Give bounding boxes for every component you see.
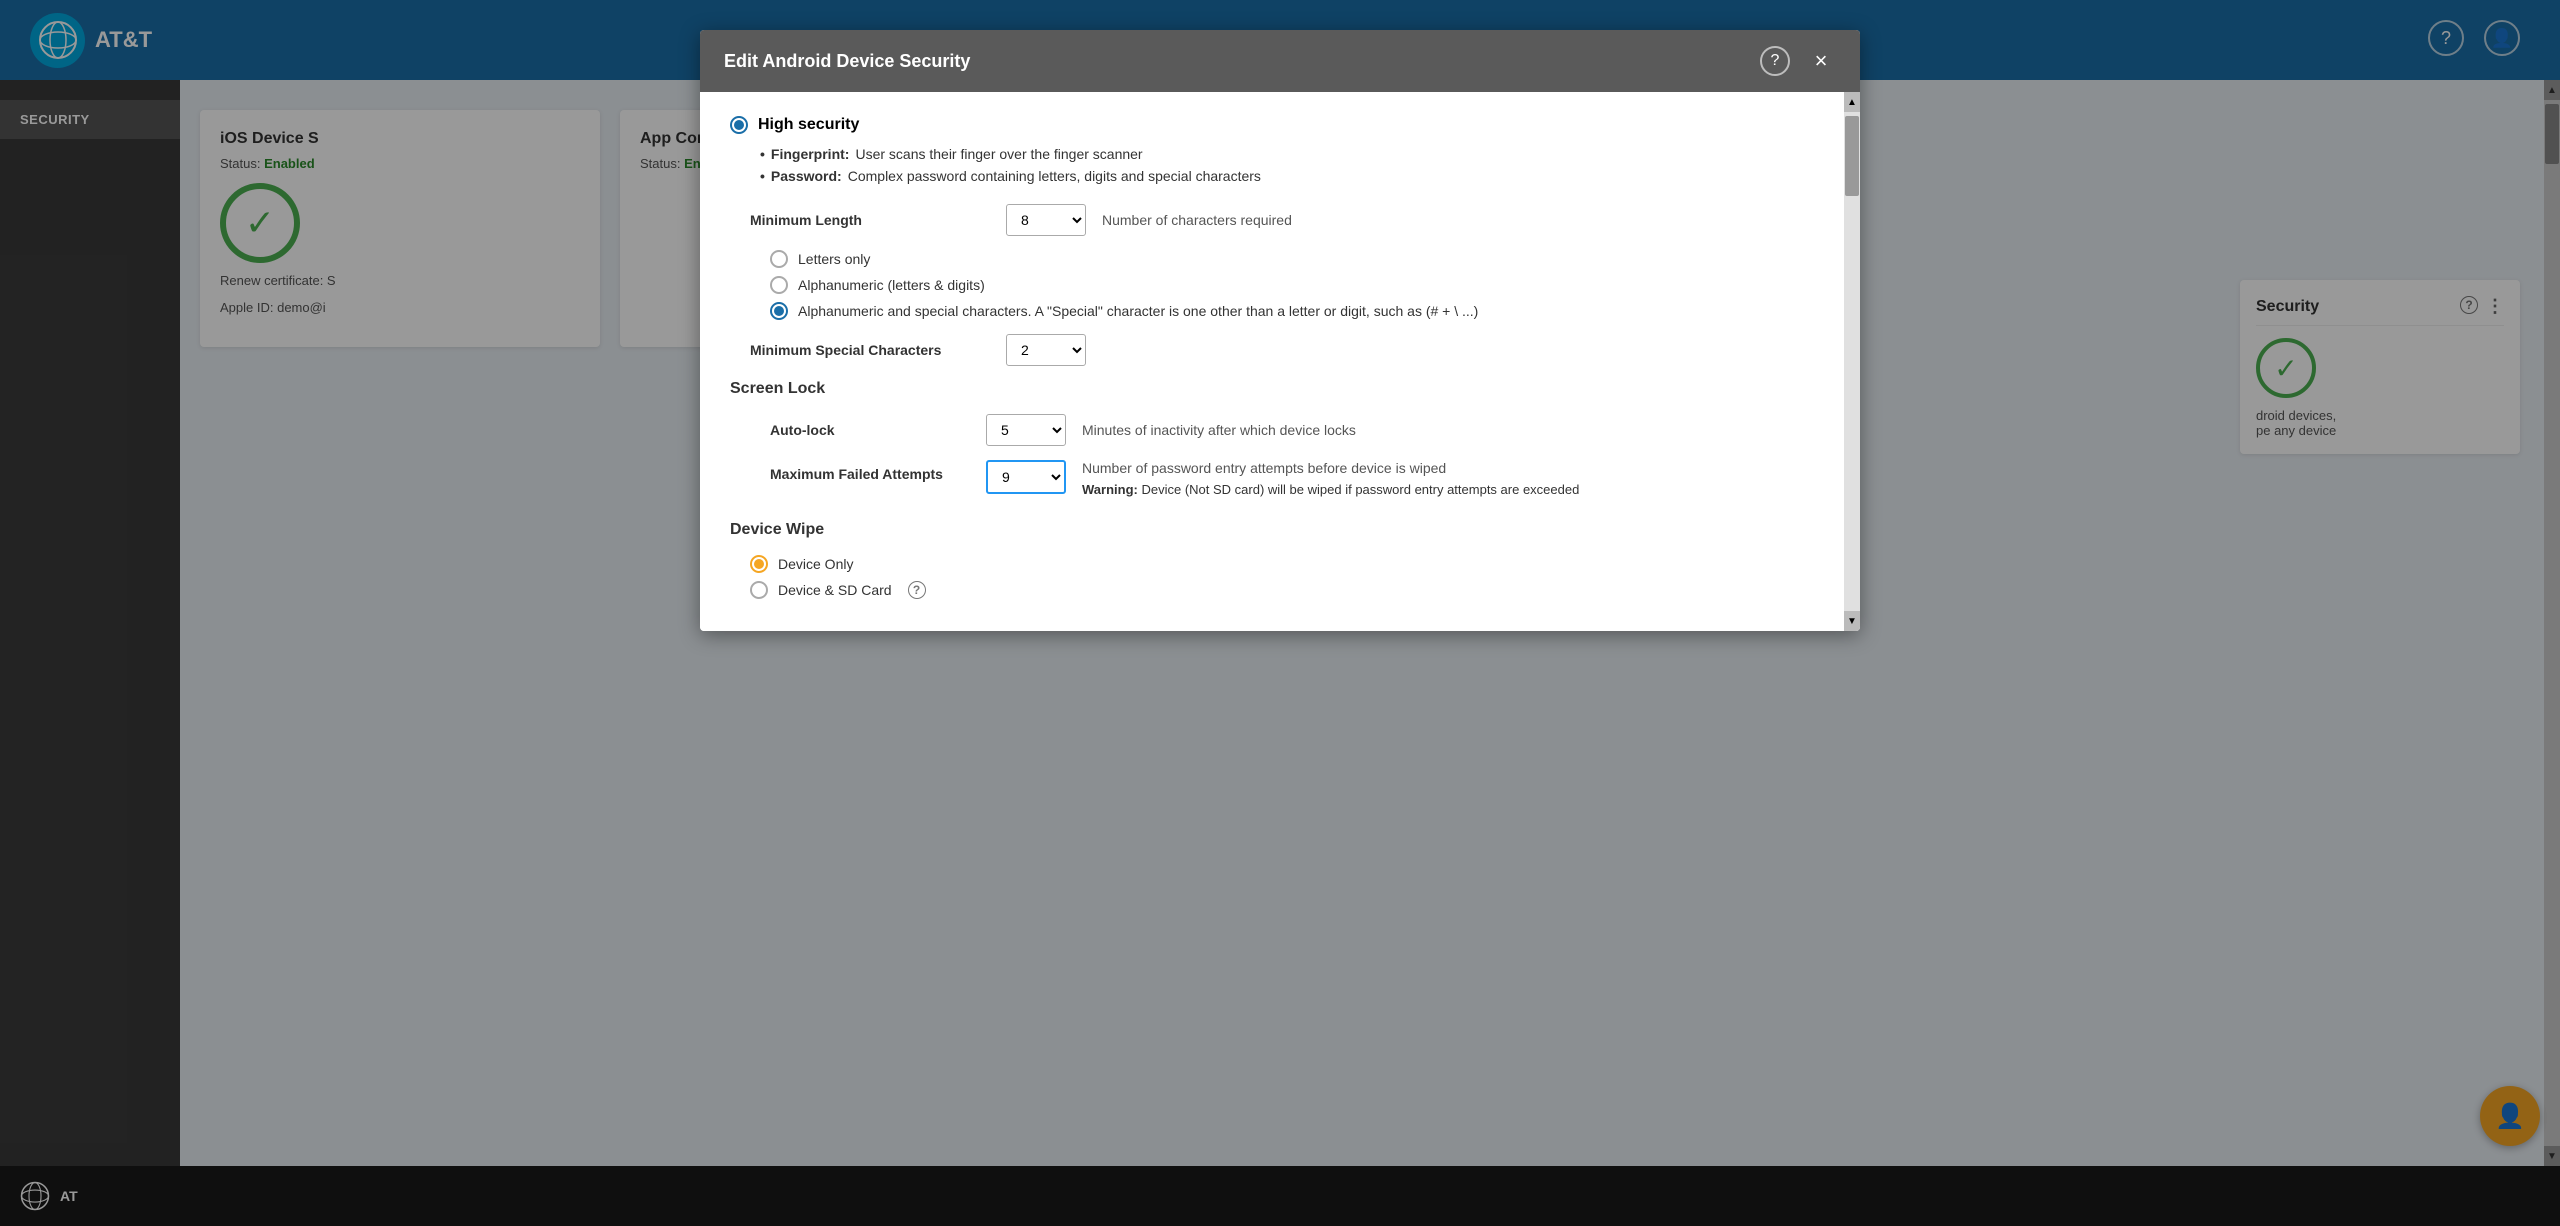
modal-scrollbar[interactable]: ▲ ▼ [1844,92,1860,631]
edit-security-modal: Edit Android Device Security ? × High se… [700,30,1860,631]
password-form-section: Minimum Length 8 4 6 10 Number of charac… [750,204,1830,366]
modal-overlay: Edit Android Device Security ? × High se… [0,0,2560,1226]
fingerprint-text: User scans their finger over the finger … [855,146,1142,162]
warning-text: Device (Not SD card) will be wiped if pa… [1141,482,1579,497]
min-special-chars-row: Minimum Special Characters 2 1 3 [750,334,1830,366]
device-sd-card-label: Device & SD Card [778,582,892,598]
fingerprint-bullet: Fingerprint: User scans their finger ove… [760,146,1830,162]
warning-bold: Warning: [1082,482,1138,497]
screen-lock-section: Screen Lock Auto-lock 5 1 2 10 Minutes o [730,380,1830,497]
min-length-row: Minimum Length 8 4 6 10 Number of charac… [750,204,1830,236]
max-failed-attempts-hint: Number of password entry attempts before… [1082,460,1579,476]
max-failed-attempts-warning: Warning: Device (Not SD card) will be wi… [1082,482,1579,497]
auto-lock-row: Auto-lock 5 1 2 10 Minutes of inactivity… [770,414,1830,446]
modal-help-icon[interactable]: ? [1760,46,1790,76]
device-sd-card-option: Device & SD Card ? [750,581,1830,599]
max-failed-attempts-select[interactable]: 9 3 5 10 [986,460,1066,494]
alphanumeric-special-option: Alphanumeric and special characters. A "… [770,302,1830,320]
modal-scroll-down[interactable]: ▼ [1844,611,1860,631]
modal-header: Edit Android Device Security ? × [700,30,1860,92]
alphanumeric-special-radio[interactable] [770,302,788,320]
device-only-option: Device Only [750,555,1830,573]
min-length-label: Minimum Length [750,212,990,228]
high-security-header: High security [730,116,1830,134]
screen-lock-title: Screen Lock [730,380,1830,398]
auto-lock-hint: Minutes of inactivity after which device… [1082,422,1356,438]
password-type-options: Letters only Alphanumeric (letters & dig… [770,250,1830,320]
screen-lock-form: Auto-lock 5 1 2 10 Minutes of inactivity… [770,414,1830,497]
password-label: Password: [771,168,842,184]
modal-body: High security Fingerprint: User scans th… [700,92,1860,631]
max-failed-attempts-label: Maximum Failed Attempts [770,460,970,482]
alphanumeric-special-label: Alphanumeric and special characters. A "… [798,303,1478,319]
modal-body-wrapper: High security Fingerprint: User scans th… [700,92,1860,631]
min-length-hint: Number of characters required [1102,212,1292,228]
password-text: Complex password containing letters, dig… [848,168,1261,184]
device-sd-card-help-icon[interactable]: ? [908,581,926,599]
letters-only-radio[interactable] [770,250,788,268]
device-wipe-options: Device Only Device & SD Card ? [750,555,1830,599]
device-wipe-section: Device Wipe Device Only Device & SD Card… [730,521,1830,599]
modal-header-icons: ? × [1760,46,1836,76]
min-special-chars-select[interactable]: 2 1 3 [1006,334,1086,366]
device-only-radio[interactable] [750,555,768,573]
high-security-radio[interactable] [730,116,748,134]
letters-only-label: Letters only [798,251,870,267]
letters-only-option: Letters only [770,250,1830,268]
fingerprint-label: Fingerprint: [771,146,850,162]
modal-scroll-thumb[interactable] [1845,116,1859,196]
device-wipe-title: Device Wipe [730,521,1830,539]
auto-lock-label: Auto-lock [770,422,970,438]
alphanumeric-option: Alphanumeric (letters & digits) [770,276,1830,294]
auto-lock-select[interactable]: 5 1 2 10 [986,414,1066,446]
high-security-label: High security [758,116,859,134]
modal-scroll-up[interactable]: ▲ [1844,92,1860,112]
alphanumeric-radio[interactable] [770,276,788,294]
device-only-label: Device Only [778,556,853,572]
device-sd-card-radio[interactable] [750,581,768,599]
min-special-chars-label: Minimum Special Characters [750,342,990,358]
max-failed-attempts-row: Maximum Failed Attempts 9 3 5 10 Number … [770,460,1830,497]
modal-close-button[interactable]: × [1806,46,1836,76]
modal-title: Edit Android Device Security [724,51,970,72]
max-failed-attempts-hints: Number of password entry attempts before… [1082,460,1579,497]
min-length-select[interactable]: 8 4 6 10 [1006,204,1086,236]
password-bullet: Password: Complex password containing le… [760,168,1830,184]
alphanumeric-label: Alphanumeric (letters & digits) [798,277,985,293]
